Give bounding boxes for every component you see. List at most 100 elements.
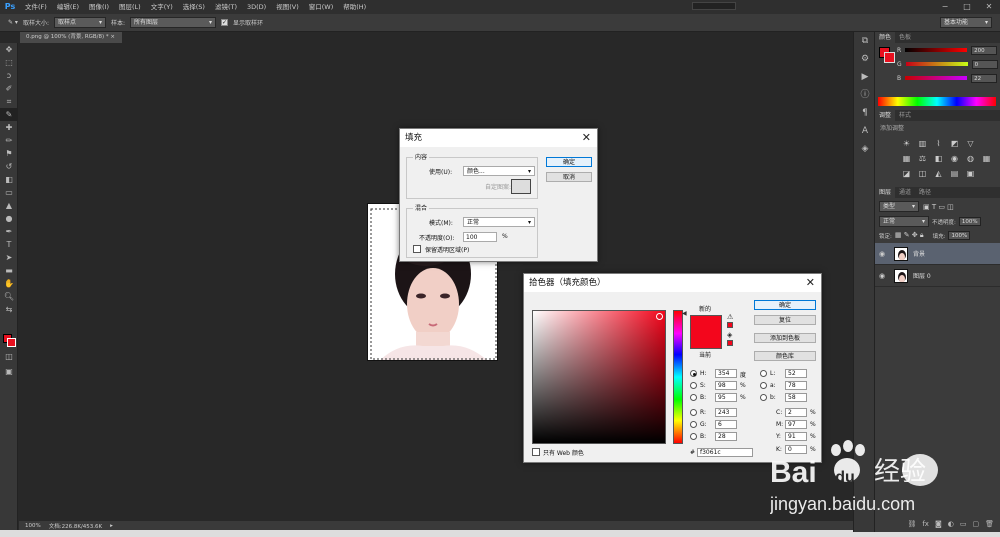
gamut-swatch[interactable]: [727, 322, 733, 328]
eyedropper-tool-icon[interactable]: ✎: [0, 108, 18, 121]
color-slider-b[interactable]: B 22: [893, 71, 998, 85]
tab-styles[interactable]: 样式: [895, 110, 915, 121]
crop-tool-icon[interactable]: ⌗: [0, 95, 18, 108]
current-color-swatch[interactable]: [690, 332, 722, 349]
a-input[interactable]: 78: [785, 381, 807, 390]
b-value[interactable]: 22: [971, 73, 998, 83]
shape-tool-icon[interactable]: ▬: [0, 264, 18, 277]
ok-button[interactable]: 确定: [754, 300, 816, 310]
color-slider-r[interactable]: R 200: [893, 43, 998, 57]
preserve-transparency-checkbox[interactable]: [413, 245, 421, 253]
layer-kind-select[interactable]: 类型 ▾: [879, 201, 919, 212]
move-tool-icon[interactable]: ✥: [0, 43, 18, 56]
photo-filter-icon[interactable]: ◉: [949, 153, 960, 164]
blur-tool-icon[interactable]: ▲: [0, 199, 18, 212]
web-only-checkbox[interactable]: [532, 448, 540, 456]
opacity-input[interactable]: 100: [463, 232, 497, 242]
r-input[interactable]: 243: [715, 408, 737, 417]
screen-mode-icon[interactable]: ▣: [0, 365, 18, 378]
exposure-icon[interactable]: ◩: [949, 138, 960, 149]
zoom-level[interactable]: 100%: [25, 523, 41, 529]
r-radio[interactable]: [690, 409, 697, 416]
workspace-select[interactable]: 基本功能 ▾: [940, 17, 992, 28]
layer-row-layer0[interactable]: ◉ 图层 0: [875, 265, 1000, 287]
sample-select[interactable]: 所有图层 ▾: [130, 17, 217, 28]
pen-tool-icon[interactable]: ✒: [0, 225, 18, 238]
selective-color-icon[interactable]: ▣: [965, 168, 976, 179]
menu-help[interactable]: 帮助(H): [338, 0, 371, 14]
menu-layer[interactable]: 图层(L): [114, 0, 146, 14]
s-radio[interactable]: [690, 382, 697, 389]
threshold-icon[interactable]: ◭: [933, 168, 944, 179]
m-input[interactable]: 97: [785, 420, 807, 429]
layer-row-background[interactable]: ◉ 背景: [875, 243, 1000, 265]
filter-icons[interactable]: ▣ T ▭ ◫: [923, 203, 954, 211]
c-input[interactable]: 2: [785, 408, 807, 417]
color-cursor[interactable]: [656, 313, 663, 320]
menu-3d[interactable]: 3D(D): [242, 0, 271, 14]
posterize-icon[interactable]: ◫: [917, 168, 928, 179]
lock-icons[interactable]: ▦ ✎ ✥ 🔒︎: [895, 231, 924, 240]
s-input[interactable]: 98: [715, 381, 737, 390]
close-button[interactable]: ✕: [978, 0, 1000, 14]
layer-name[interactable]: 背景: [913, 249, 925, 258]
actions-panel-icon[interactable]: ▶: [854, 68, 876, 86]
menu-file[interactable]: 文件(F): [20, 0, 52, 14]
r-track[interactable]: [905, 48, 968, 52]
gradient-tool-icon[interactable]: ▭: [0, 186, 18, 199]
color-spectrum[interactable]: [878, 97, 996, 106]
healing-brush-icon[interactable]: ✚: [0, 121, 18, 134]
info-panel-icon[interactable]: ⓘ: [854, 86, 876, 104]
b-input[interactable]: 95: [715, 393, 737, 402]
background-color-swatch[interactable]: [7, 338, 16, 347]
sample-size-select[interactable]: 取样点 ▾: [53, 17, 106, 28]
zoom-tool-icon[interactable]: 🔍︎: [0, 290, 18, 303]
blend-mode-select[interactable]: 正常 ▾: [879, 216, 929, 227]
curves-icon[interactable]: ⌇: [933, 138, 944, 149]
hex-input[interactable]: f3061c: [697, 448, 753, 457]
gradient-map-icon[interactable]: ▤: [949, 168, 960, 179]
b-track[interactable]: [905, 76, 968, 80]
reset-button[interactable]: 复位: [754, 315, 816, 325]
hue-slider-handle-icon[interactable]: ◀: [682, 310, 687, 317]
saturation-brightness-field[interactable]: [532, 310, 666, 444]
menu-type[interactable]: 文字(Y): [146, 0, 178, 14]
path-select-icon[interactable]: ➤: [0, 251, 18, 264]
clone-stamp-icon[interactable]: ⚑: [0, 147, 18, 160]
quick-select-tool-icon[interactable]: ✐: [0, 82, 18, 95]
3d-panel-icon[interactable]: ◈: [854, 140, 876, 158]
maximize-button[interactable]: □: [956, 0, 978, 14]
l-radio[interactable]: [760, 370, 767, 377]
lab-b-input[interactable]: 58: [785, 393, 807, 402]
hand-tool-icon[interactable]: ✋: [0, 277, 18, 290]
type-tool-icon[interactable]: T: [0, 238, 18, 251]
r-value[interactable]: 200: [971, 45, 998, 55]
g-value[interactable]: 0: [971, 59, 998, 69]
h-input[interactable]: 354: [715, 369, 737, 378]
web-safe-swatch[interactable]: [727, 340, 733, 346]
mode-select[interactable]: 正常 ▾: [463, 217, 535, 227]
a-radio[interactable]: [760, 382, 767, 389]
cancel-button[interactable]: 取消: [546, 172, 592, 182]
character-panel-icon[interactable]: A: [854, 122, 876, 140]
fill-value[interactable]: 100%: [948, 231, 971, 240]
group-icon[interactable]: ▭: [960, 520, 967, 530]
h-radio[interactable]: [690, 370, 697, 377]
tab-layers[interactable]: 图层: [875, 187, 896, 198]
hue-slider[interactable]: [673, 310, 683, 444]
close-icon[interactable]: ✕: [582, 129, 591, 147]
swap-colors-icon[interactable]: ⇆: [0, 303, 18, 316]
marquee-tool-icon[interactable]: ⬚: [0, 56, 18, 69]
color-lookup-icon[interactable]: ▦: [981, 153, 992, 164]
ok-button[interactable]: 确定: [546, 157, 592, 167]
rgb-b-radio[interactable]: [690, 433, 697, 440]
g-radio[interactable]: [690, 421, 697, 428]
use-select[interactable]: 颜色... ▾: [463, 166, 535, 176]
paragraph-panel-icon[interactable]: ¶: [854, 104, 876, 122]
trash-icon[interactable]: 🗑︎: [985, 520, 994, 530]
eye-icon[interactable]: ◉: [879, 250, 889, 258]
opacity-value[interactable]: 100%: [958, 217, 981, 226]
brush-tool-icon[interactable]: ✏: [0, 134, 18, 147]
history-brush-icon[interactable]: ↺: [0, 160, 18, 173]
layer-name[interactable]: 图层 0: [913, 271, 931, 280]
